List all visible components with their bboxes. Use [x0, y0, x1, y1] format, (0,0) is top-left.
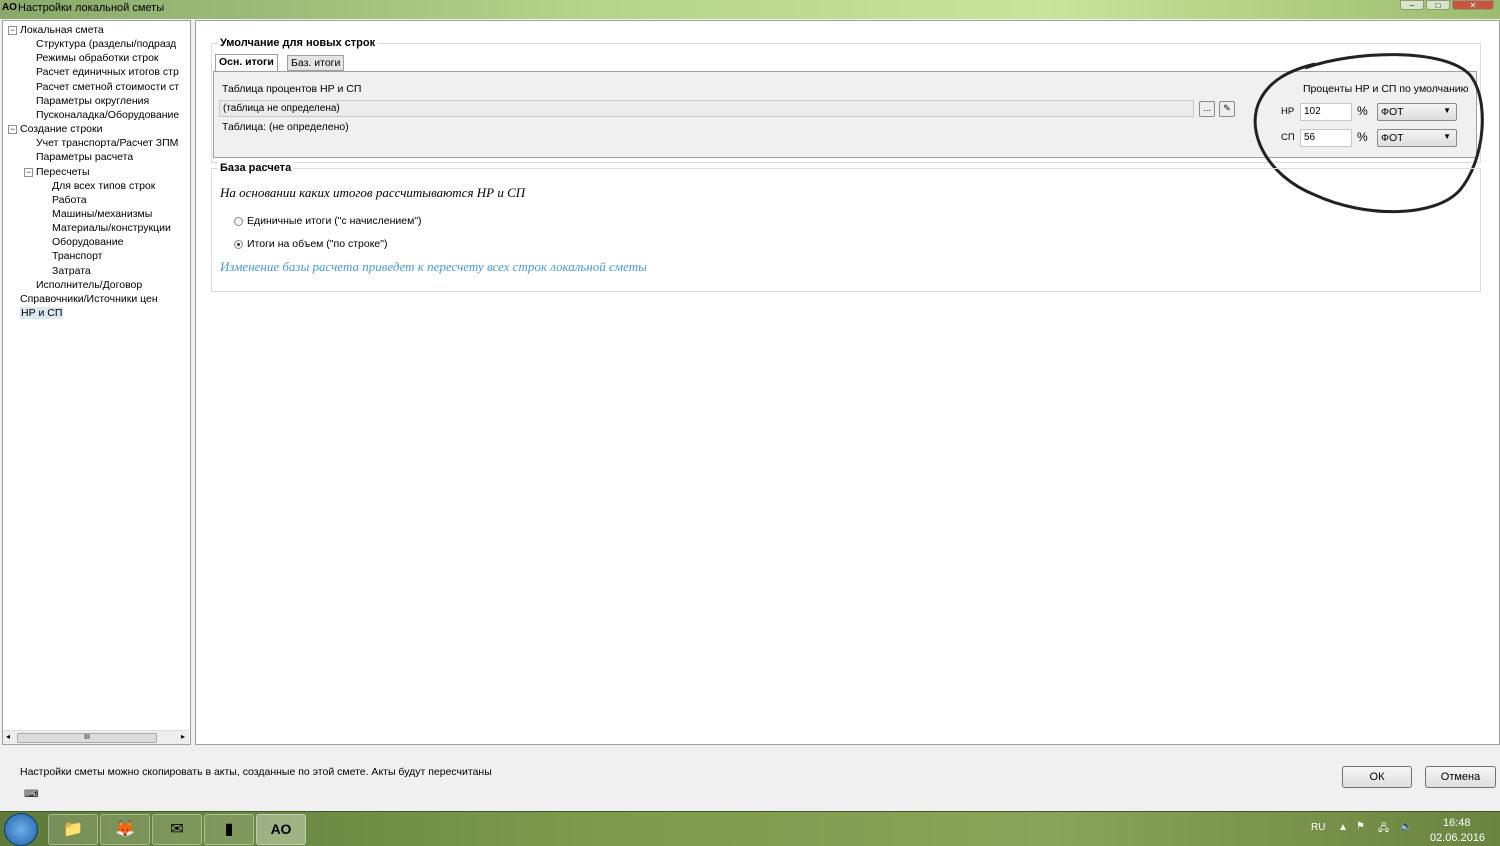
tab-base-totals[interactable]: Баз. итоги: [287, 55, 345, 71]
defaults-group-title: Умолчание для новых строк: [218, 37, 378, 49]
close-button[interactable]: ✕: [1452, 0, 1494, 10]
radio-unit-totals-label[interactable]: Единичные итоги ("с начислением"): [247, 215, 422, 227]
tree-item[interactable]: Параметры округления: [36, 95, 149, 107]
tree-item[interactable]: Пусконаладка/Оборудование: [36, 109, 179, 121]
window-title: Настройки локальной сметы: [18, 2, 165, 14]
scroll-left-icon[interactable]: ◂: [6, 732, 10, 741]
ok-button[interactable]: ОК: [1342, 766, 1412, 788]
taskbar: 📁 🦊 ✉ ▮ АО RU ▲ ⚑ 🖧 🔈 16:48 02.06.2016: [0, 811, 1500, 846]
radio-volume-totals[interactable]: [234, 240, 243, 249]
outlook-icon[interactable]: ✉: [152, 814, 202, 845]
tree-expander-icon[interactable]: −: [8, 125, 17, 135]
base-group-title: База расчета: [218, 162, 294, 174]
footer-note: Настройки сметы можно скопировать в акты…: [20, 766, 492, 778]
browse-button[interactable]: ...: [1199, 101, 1215, 117]
tree-item[interactable]: Работа: [52, 194, 87, 206]
tree-item[interactable]: Локальная смета: [20, 24, 104, 36]
start-button[interactable]: [4, 813, 38, 846]
show-hidden-icons-icon[interactable]: ▲: [1338, 822, 1348, 833]
scroll-right-icon[interactable]: ▸: [181, 732, 185, 741]
smeta-app-button[interactable]: АО: [256, 814, 306, 845]
app-icon: АО: [2, 2, 17, 13]
tree-item[interactable]: Расчет единичных итогов стр: [36, 66, 179, 78]
tree-horizontal-scrollbar[interactable]: ◂ III ▸: [3, 730, 189, 744]
scroll-thumb[interactable]: III: [17, 733, 157, 743]
settings-tree[interactable]: − Локальная смета Структура (разделы/подра…: [2, 20, 191, 745]
volume-icon[interactable]: 🔈: [1400, 821, 1412, 832]
tree-item[interactable]: Справочники/Источники цен: [20, 293, 158, 305]
clock-time[interactable]: 16:48: [1443, 817, 1471, 829]
tree-item[interactable]: Учет транспорта/Расчет ЗПМ: [36, 137, 178, 149]
tree-item[interactable]: Для всех типов строк: [52, 180, 155, 192]
maximize-button[interactable]: □: [1426, 0, 1450, 10]
tree-expander-icon[interactable]: −: [8, 26, 17, 35]
keyboard-icon: ⌨: [24, 789, 39, 800]
tree-item[interactable]: Режимы обработки строк: [36, 52, 159, 64]
tree-item[interactable]: Машины/механизмы: [52, 208, 152, 220]
table-note: Таблица: (не определено): [222, 121, 349, 133]
language-indicator[interactable]: RU: [1311, 822, 1325, 833]
title-bar: АО Настройки локальной сметы – □ ✕: [0, 0, 1500, 19]
radio-unit-totals[interactable]: [234, 217, 243, 226]
tree-item[interactable]: Оборудование: [52, 236, 123, 248]
eraser-icon[interactable]: ✎: [1219, 101, 1235, 117]
tree-item[interactable]: Транспорт: [52, 250, 103, 262]
tree-expander-icon[interactable]: −: [24, 167, 33, 177]
tree-item[interactable]: Исполнитель/Договор: [36, 279, 142, 291]
tree-item[interactable]: Создание строки: [20, 123, 102, 135]
tree-item[interactable]: Затрата: [52, 265, 91, 277]
cancel-button[interactable]: Отмена: [1425, 766, 1496, 788]
firefox-icon[interactable]: 🦊: [100, 814, 150, 845]
radio-volume-totals-label[interactable]: Итоги на объем ("по строке"): [247, 238, 387, 250]
tree-item[interactable]: Расчет сметной стоимости ст: [36, 81, 179, 93]
network-icon[interactable]: 🖧: [1378, 821, 1389, 838]
minimize-button[interactable]: –: [1400, 0, 1424, 10]
table-label: Таблица процентов НР и СП: [222, 83, 362, 95]
base-question: На основании каких итогов рассчитываются…: [220, 185, 526, 200]
clock-date[interactable]: 02.06.2016: [1430, 832, 1485, 844]
tree-item[interactable]: Материалы/конструкции: [52, 222, 171, 234]
table-field[interactable]: (таблица не определена): [219, 100, 1194, 117]
flag-icon[interactable]: ⚑: [1356, 821, 1365, 832]
explorer-icon[interactable]: 📁: [48, 814, 98, 845]
base-warning: Изменение базы расчета приведет к пересч…: [220, 259, 647, 274]
tree-item[interactable]: НР и СП: [20, 307, 64, 319]
app-icon[interactable]: ▮: [204, 814, 254, 845]
tree-item[interactable]: Параметры расчета: [36, 151, 133, 163]
tree-item[interactable]: Пересчеты: [36, 166, 90, 178]
tree-item[interactable]: Структура (разделы/подразд: [36, 38, 176, 50]
tab-main-totals[interactable]: Осн. итоги: [215, 54, 278, 71]
